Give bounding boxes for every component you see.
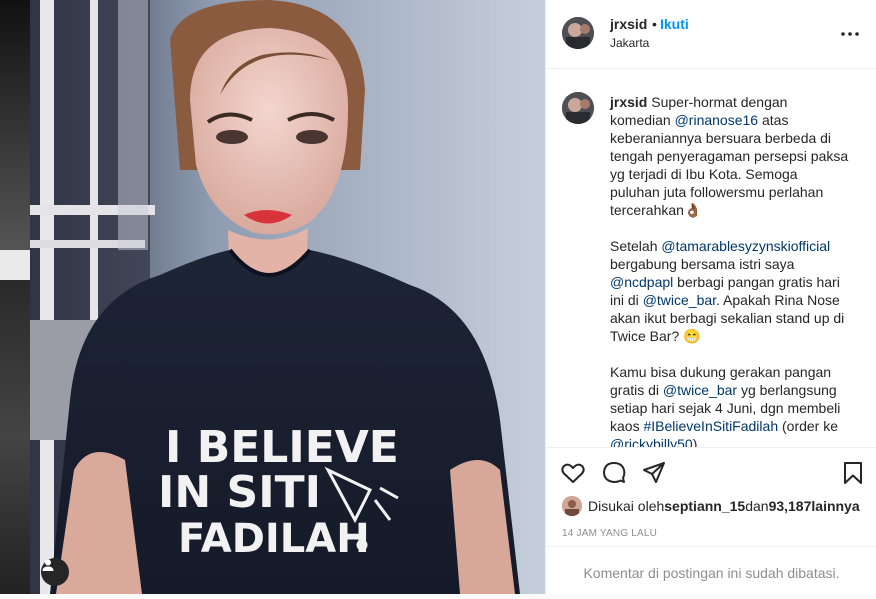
share-icon[interactable] xyxy=(641,460,667,486)
post-location[interactable]: Jakarta xyxy=(610,36,649,50)
post-actions: Disukai oleh septiann_15 dan 93,187 lain… xyxy=(546,447,876,546)
follow-button[interactable]: Ikuti xyxy=(660,16,689,32)
post-caption: jrxsid Super-hormat dengan komedian @rin… xyxy=(610,93,850,447)
mention-link[interactable]: @tamarablesyzynskiofficial xyxy=(661,238,830,254)
caption-paragraph-2: Setelah @tamarablesyzynskiofficial berga… xyxy=(610,237,850,345)
shirt-text-line3: FADILAH xyxy=(178,516,370,562)
hashtag-link[interactable]: #IBelieveInSitiFadilah xyxy=(643,418,778,434)
likes-suffix[interactable]: lainnya xyxy=(811,498,859,514)
caption-paragraph-3: Kamu bisa dukung gerakan pangan gratis d… xyxy=(610,363,850,447)
mention-link[interactable]: @rickybilly50 xyxy=(610,436,693,447)
caption-text: (order ke xyxy=(778,418,839,434)
post-timestamp[interactable]: 14 JAM YANG LALU xyxy=(562,528,657,539)
caption-text: bergabung bersama istri saya xyxy=(610,256,795,272)
comment-icon[interactable] xyxy=(601,460,627,486)
likes-prefix: Disukai oleh xyxy=(588,498,665,514)
avatar[interactable] xyxy=(562,17,594,49)
grin-emoji: 😁 xyxy=(683,328,701,344)
post-side-panel: jrxsid • Ikuti Jakarta jrxsid Super-horm… xyxy=(545,0,876,594)
caption-username[interactable]: jrxsid xyxy=(610,94,647,110)
mention-link[interactable]: @ncdpapl xyxy=(610,274,673,290)
bookmark-icon[interactable] xyxy=(840,460,866,486)
mention-link[interactable]: @twice_bar xyxy=(663,382,737,398)
post-username[interactable]: jrxsid xyxy=(610,16,647,32)
post-photo-image: I BELIEVE IN SITI FADILAH xyxy=(30,0,545,594)
likes-first-user[interactable]: septiann_15 xyxy=(664,498,745,514)
post-header: jrxsid • Ikuti Jakarta xyxy=(546,0,876,69)
post-photo[interactable]: I BELIEVE IN SITI FADILAH xyxy=(30,0,545,594)
likes-and: dan xyxy=(745,498,769,514)
caption-text: ) xyxy=(692,436,698,447)
background-image-top xyxy=(0,0,30,250)
comments-restricted-notice: Komentar di postingan ini sudah dibatasi… xyxy=(546,546,876,594)
shirt-text-line1: I BELIEVE xyxy=(165,422,399,473)
avatar xyxy=(562,496,582,516)
follow-separator: • xyxy=(652,16,657,32)
caption-text: Setelah xyxy=(610,238,662,254)
heart-icon[interactable] xyxy=(560,460,586,486)
mention-link[interactable]: @rinanose16 xyxy=(675,112,759,128)
caption-avatar[interactable] xyxy=(562,92,594,124)
likes-summary[interactable]: Disukai oleh septiann_15 dan 93,187 lain… xyxy=(562,496,860,516)
likes-count[interactable]: 93,187 xyxy=(769,498,812,514)
caption-paragraph-1: jrxsid Super-hormat dengan komedian @rin… xyxy=(610,93,850,219)
background-divider xyxy=(0,250,30,280)
background-image-bottom xyxy=(0,280,30,594)
ok-hand-emoji: 👌🏾 xyxy=(683,202,702,218)
caption-area[interactable]: jrxsid Super-hormat dengan komedian @rin… xyxy=(546,69,876,447)
mention-link[interactable]: @twice_bar xyxy=(643,292,716,308)
user-tag-icon[interactable] xyxy=(41,558,69,586)
shirt-text-line2: IN SITI xyxy=(158,467,321,518)
more-horizontal-icon[interactable] xyxy=(838,22,862,46)
background-page xyxy=(0,0,30,594)
